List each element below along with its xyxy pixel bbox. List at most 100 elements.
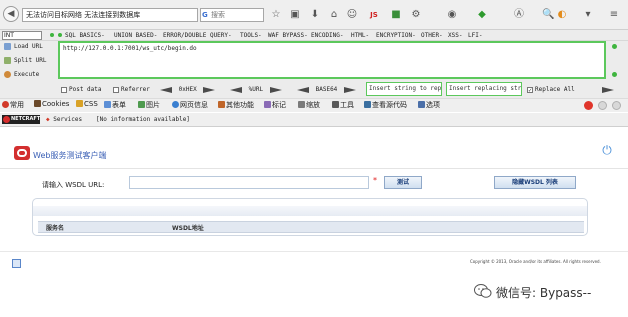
translate-icon[interactable]: Ⓐ [513,9,525,21]
footer-icon[interactable] [12,259,21,268]
menu-encoding[interactable]: ENCODING- [311,31,344,40]
search-input[interactable]: G 搜索 [200,8,264,22]
back-button[interactable]: ◀ [3,6,19,22]
divider [0,168,628,169]
arrow-left-icon [297,86,309,93]
replace-string-input[interactable]: Insert replacing strin [446,82,522,96]
cookie-icon [34,100,41,107]
arrow-left-icon [160,86,172,93]
referrer-checkbox[interactable]: Referrer [113,86,150,93]
message-icon[interactable] [612,101,621,110]
required-mark: * [373,176,377,185]
checkbox-icon [61,86,67,93]
column-header-wsdl-address: WSDL地址 [172,225,204,232]
disable-icon [2,101,9,108]
hide-wsdl-list-button[interactable]: 隐藏WSDL 列表 [494,176,576,189]
split-url-button[interactable]: Split URL [4,57,47,64]
checkbox-checked-icon: ✓ [527,86,533,94]
download-icon[interactable]: ⬇ [309,9,321,21]
wrench-icon [332,101,339,108]
misc-icon [218,101,225,108]
base64-encode-control[interactable]: BASE64 [297,86,356,93]
error-icon[interactable] [584,101,593,110]
arrow-right-icon [269,86,282,93]
toolbar-options[interactable]: 选项 [418,100,440,110]
find-string-input[interactable]: Insert string to repl [366,82,442,96]
load-url-button[interactable]: Load URL [4,43,43,50]
arrow-right-icon [343,86,356,93]
wsdl-url-input[interactable] [129,176,369,189]
arrow-right-icon [602,86,614,93]
resize-icon [298,101,305,108]
toolbar-disable[interactable]: 常用 [2,100,24,110]
css-icon [76,100,83,107]
bookmarks-icon[interactable]: ▣ [289,9,301,21]
menu-xss[interactable]: XSS- [448,31,462,40]
netcraft-logo[interactable]: NETCRAFT [2,115,40,124]
hackbar-mode-select[interactable]: INT [2,31,42,40]
copyright-text: Copyright © 2013, Oracle and/or its affi… [470,259,601,264]
toolbar-resize[interactable]: 缩放 [298,100,320,110]
menu-other[interactable]: OTHER- [421,31,443,40]
oracle-logo-icon [14,146,30,160]
test-button[interactable]: 测试 [384,176,422,189]
toolbar-view-source[interactable]: 查看源代码 [364,100,407,110]
google-icon: G [202,11,208,19]
address-bar[interactable]: 无法访问目标网络 无法连接到数据库 [22,8,198,22]
toolbar-tools[interactable]: 工具 [332,100,354,110]
toolbar-images[interactable]: 图片 [138,100,160,110]
options-icon [418,101,425,108]
gear-icon[interactable]: ⚙ [410,9,422,21]
load-icon [4,43,11,50]
netcraft-toolbar [0,113,628,127]
replace-arrow-control[interactable] [602,86,614,93]
replace-all-checkbox[interactable]: ✓ Replace All [527,86,575,93]
hex-encode-control[interactable]: 0xHEX [160,86,216,93]
menu-tools[interactable]: TOOLS- [240,31,262,40]
menu-sql-basics[interactable]: SQL BASICS- [65,31,105,40]
globe-icon[interactable]: ◉ [446,9,458,21]
smiley-icon[interactable]: ☺ [346,9,358,21]
outline-icon [264,101,271,108]
star-icon[interactable]: ☆ [270,9,282,21]
power-icon[interactable]: ⏻ [600,143,614,157]
execute-button[interactable]: Execute [4,71,39,78]
post-data-checkbox[interactable]: Post data [61,86,102,93]
resize-dot-icon [612,72,617,77]
toolbar-cookies[interactable]: Cookies [34,100,69,108]
hackbar-url-textarea[interactable]: http://127.0.0.1:7001/ws_utc/begin.do [58,41,606,79]
toolbar-forms[interactable]: 表单 [104,100,126,110]
execute-icon [4,71,11,78]
footer-divider [0,251,628,252]
resize-dot-icon [612,44,617,49]
toolbar-misc[interactable]: 其他功能 [218,100,254,110]
url-encode-control[interactable]: %URL [230,86,282,93]
form-icon [104,101,111,108]
js-icon[interactable]: JS [368,9,380,21]
menu-error-double-query[interactable]: ERROR/DOUBLE QUERY- [163,31,232,40]
netcraft-info: [No information available] [96,116,190,123]
addon-icon[interactable]: ■ [390,9,402,21]
search-tool-icon[interactable]: 🔍 [542,9,554,21]
menu-encryption[interactable]: ENCRYPTION- [376,31,416,40]
note-icon[interactable]: ◐ [556,9,568,21]
status-dot-icon [58,33,62,37]
warning-icon[interactable] [598,101,607,110]
menu-union-based[interactable]: UNION BASED- [114,31,157,40]
info-icon [172,101,179,108]
watermark-text: 微信号: Bypass-- [496,286,592,300]
page-title: Web服务测试客户端 [33,151,107,160]
chevron-down-icon[interactable]: ▾ [582,9,594,21]
toolbar-css[interactable]: CSS [76,100,98,108]
arrow-right-icon [203,86,216,93]
toolbar-page-info[interactable]: 网页信息 [172,100,208,110]
menu-lfi[interactable]: LFI- [468,31,482,40]
toolbar-outline[interactable]: 标记 [264,100,286,110]
shield-icon[interactable]: ◆ [476,9,488,21]
menu-html[interactable]: HTML- [351,31,369,40]
menu-icon[interactable]: ≡ [608,9,620,21]
menu-waf-bypass[interactable]: WAF BYPASS- [268,31,308,40]
netcraft-services-menu[interactable]: ◆ Services [46,116,82,123]
search-placeholder: 搜索 [211,11,225,19]
home-icon[interactable]: ⌂ [328,9,340,21]
